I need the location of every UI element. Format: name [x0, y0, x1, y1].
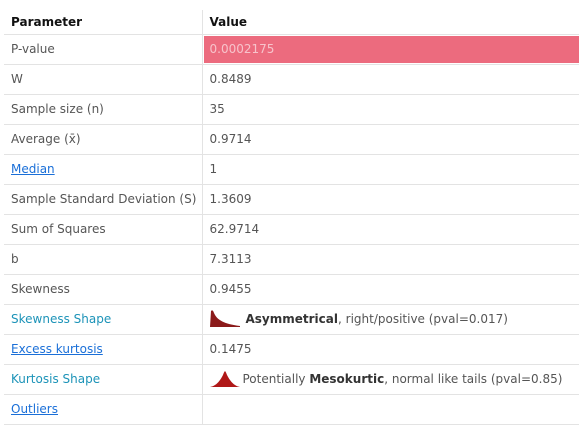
table-row: Median 1	[4, 154, 579, 185]
row-value-sum-of-squares: 62.9714	[202, 214, 579, 245]
table-row: Sample Standard Deviation (S) 1.3609	[4, 184, 579, 215]
mesokurtic-distribution-icon	[209, 370, 240, 387]
value-header: Value	[202, 10, 579, 35]
row-value-skewness: 0.9455	[202, 274, 579, 305]
table-row: Kurtosis Shape Potentially Mesokurtic, n…	[4, 364, 579, 395]
table-row: Skewness 0.9455	[4, 274, 579, 305]
table-row: Outliers	[4, 394, 579, 425]
row-label-std-dev: Sample Standard Deviation (S)	[4, 184, 203, 215]
table-row: P-value 0.0002175	[4, 34, 579, 65]
table-row: b 7.3113	[4, 244, 579, 275]
right-skewed-distribution-icon	[209, 309, 240, 327]
row-label-p-value: P-value	[4, 34, 203, 65]
row-value-excess-kurtosis: 0.1475	[202, 334, 579, 365]
row-label-excess-kurtosis[interactable]: Excess kurtosis	[4, 334, 203, 365]
row-label-skewness-shape: Skewness Shape	[4, 304, 203, 335]
row-label-outliers[interactable]: Outliers	[4, 394, 203, 425]
row-value-outliers	[202, 394, 579, 425]
row-value-kurtosis-shape: Potentially Mesokurtic, normal like tail…	[202, 364, 579, 395]
outliers-link[interactable]: Outliers	[11, 402, 58, 416]
row-label-median[interactable]: Median	[4, 154, 203, 185]
skewness-shape-bold: Asymmetrical	[245, 312, 339, 326]
table-row: Average (x̄) 0.9714	[4, 124, 579, 155]
table-row: Excess kurtosis 0.1475	[4, 334, 579, 365]
row-label-skewness: Skewness	[4, 274, 203, 305]
row-value-average: 0.9714	[202, 124, 579, 155]
row-label-b: b	[4, 244, 203, 275]
excess-kurtosis-link[interactable]: Excess kurtosis	[11, 342, 103, 356]
table-header-row: Parameter Value	[4, 10, 579, 35]
row-label-w: W	[4, 64, 203, 95]
results-table: Parameter Value P-value 0.0002175 W 0.84…	[4, 10, 579, 425]
row-label-kurtosis-shape: Kurtosis Shape	[4, 364, 203, 395]
skewness-shape-rest: , right/positive (pval=0.017)	[338, 312, 508, 326]
table-row: Sample size (n) 35	[4, 94, 579, 125]
row-value-p-value: 0.0002175	[202, 34, 579, 65]
row-value-std-dev: 1.3609	[202, 184, 579, 215]
row-value-skewness-shape: Asymmetrical, right/positive (pval=0.017…	[202, 304, 579, 335]
parameter-header: Parameter	[4, 10, 203, 35]
table-row: W 0.8489	[4, 64, 579, 95]
row-value-sample-size: 35	[202, 94, 579, 125]
row-value-median: 1	[202, 154, 579, 185]
kurtosis-shape-rest: , normal like tails (pval=0.85)	[384, 372, 563, 386]
p-value-text: 0.0002175	[209, 42, 275, 56]
row-value-b: 7.3113	[202, 244, 579, 275]
row-label-sum-of-squares: Sum of Squares	[4, 214, 203, 245]
table-row: Skewness Shape Asymmetrical, right/posit…	[4, 304, 579, 335]
row-label-sample-size: Sample size (n)	[4, 94, 203, 125]
kurtosis-shape-bold: Mesokurtic	[309, 372, 385, 386]
kurtosis-shape-prefix: Potentially	[242, 372, 310, 386]
row-value-w: 0.8489	[202, 64, 579, 95]
median-link[interactable]: Median	[11, 162, 55, 176]
table-row: Sum of Squares 62.9714	[4, 214, 579, 245]
row-label-average: Average (x̄)	[4, 124, 203, 155]
